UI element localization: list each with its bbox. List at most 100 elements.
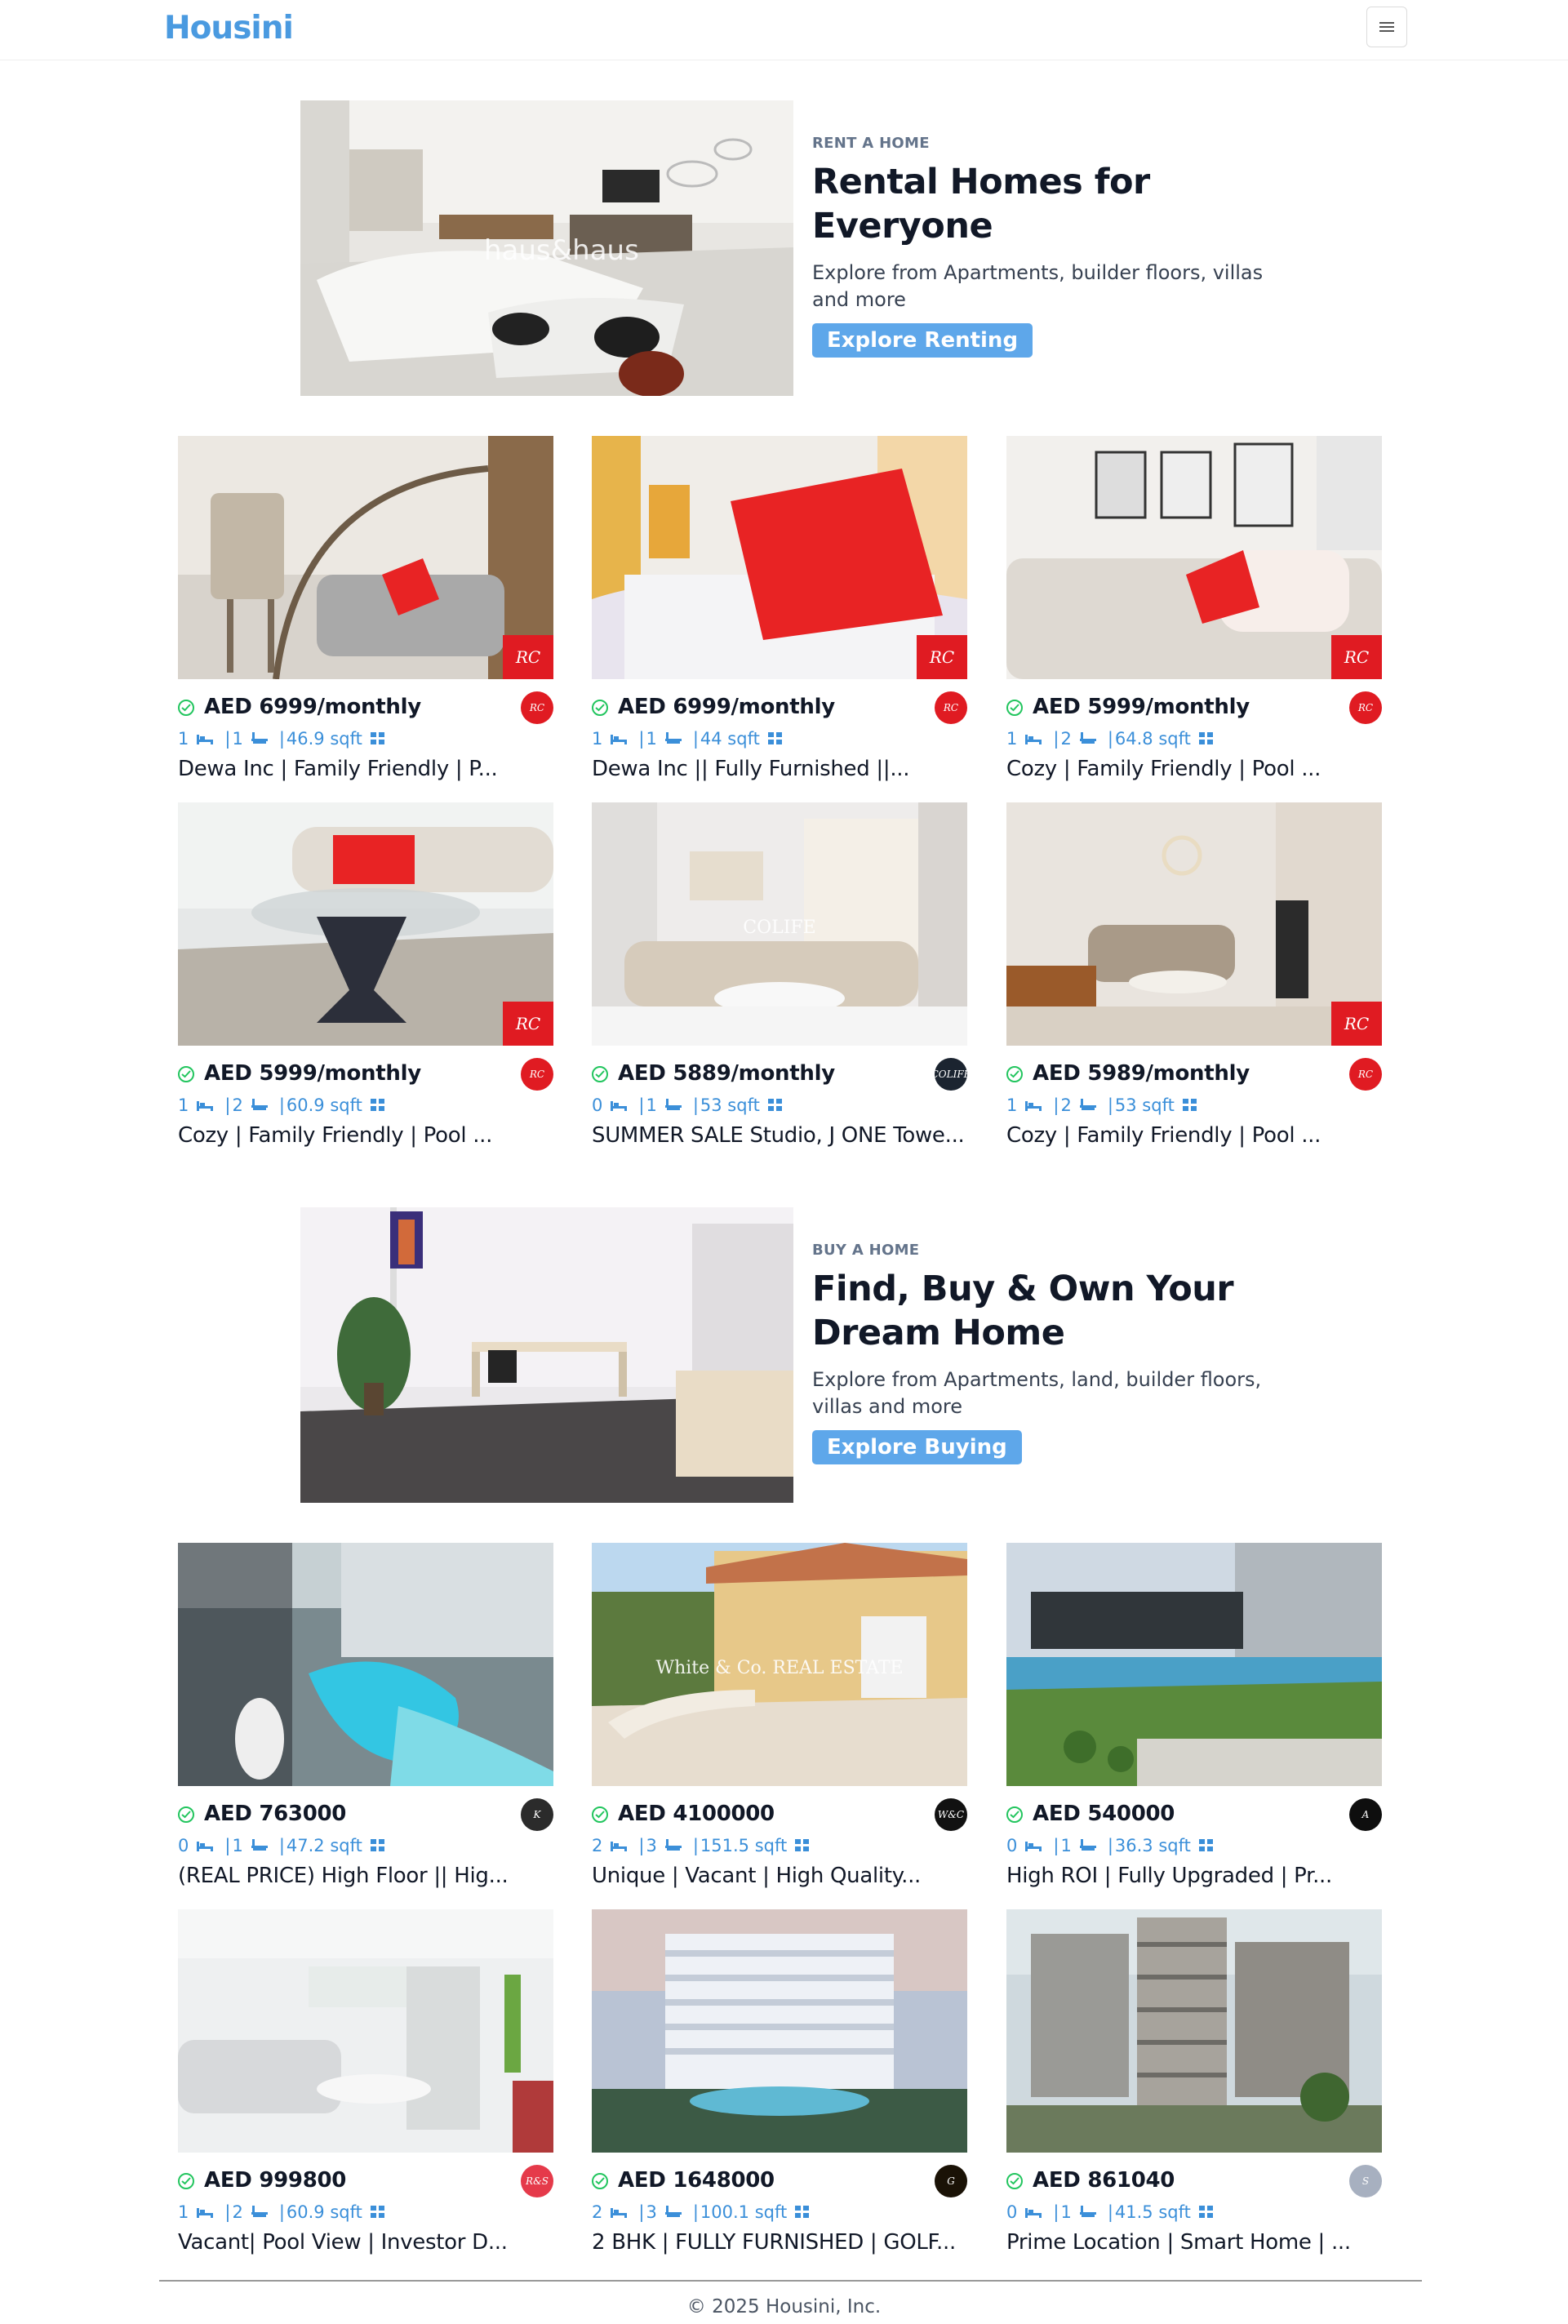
bath-icon (251, 732, 268, 744)
agency-logo[interactable]: RC (935, 691, 967, 724)
listing-price: AED 763000 (204, 1802, 347, 1826)
listing-title[interactable]: Vacant| Pool View | Investor D... (178, 2230, 553, 2255)
listing-title[interactable]: Cozy | Family Friendly | Pool ... (1006, 757, 1382, 781)
listing-card[interactable]: AED 861040 S 0 |1 |41.5 sqft Prime Location |… (1006, 1909, 1382, 2268)
listing-title[interactable]: Dewa Inc | Family Friendly | P... (178, 757, 553, 781)
buy-promo-title: Find, Buy & Own Your Dream Home (812, 1269, 1234, 1353)
bath-count: 1 (1060, 2202, 1072, 2222)
agency-logo[interactable]: S (1349, 2165, 1382, 2197)
listing-title[interactable]: High ROI | Fully Upgraded | Pr... (1006, 1864, 1382, 1888)
verified-check-icon (592, 2173, 608, 2189)
buy-promo-eyebrow: BUY A HOME (812, 1242, 920, 1259)
explore-buying-button[interactable]: Explore Buying (812, 1430, 1022, 1464)
bed-icon (197, 1842, 214, 1851)
meta-separator: | (278, 2202, 285, 2222)
listing-title[interactable]: Prime Location | Smart Home | ... (1006, 2230, 1382, 2255)
listing-photo[interactable]: RC (178, 436, 553, 679)
bath-count: 1 (646, 729, 657, 749)
bed-icon (611, 1101, 628, 1111)
listing-meta: 1 |2 |60.9 sqft (178, 1095, 553, 1119)
listing-photo[interactable] (178, 1909, 553, 2153)
listing-photo[interactable]: RC (592, 436, 967, 679)
listing-price-row: AED 4100000 W&C (592, 1798, 967, 1831)
svg-text:COLIFE: COLIFE (743, 918, 816, 938)
bed-count: 0 (1006, 2202, 1018, 2222)
listing-photo[interactable]: RC (178, 802, 553, 1046)
listing-photo[interactable] (1006, 1543, 1382, 1786)
listing-card[interactable]: RC AED 5999/monthly RC 1 |2 |64.8 sqft Cozy | … (1006, 436, 1382, 795)
listing-title[interactable]: (REAL PRICE) High Floor || Hig... (178, 1864, 553, 1888)
meta-separator: | (224, 2202, 231, 2222)
rent-promo-description: Explore from Apartments, builder floors,… (812, 261, 1264, 311)
listing-card[interactable]: COLIFE AED 5889/monthly COLIFE 0 |1 |53 sqft S… (592, 802, 971, 1162)
listing-price: AED 5989/monthly (1033, 1061, 1250, 1086)
listing-card[interactable]: RC AED 5989/monthly RC 1 |2 |53 sqft Cozy | Fa… (1006, 802, 1382, 1162)
bed-icon (611, 735, 628, 744)
meta-separator: | (224, 1836, 231, 1855)
footer-copyright: © 2025 Housini, Inc. (686, 2296, 882, 2317)
agency-logo[interactable]: COLIFE (931, 1058, 971, 1091)
agency-logo[interactable]: RC (521, 1058, 553, 1091)
listing-photo[interactable]: RC (1006, 802, 1382, 1046)
footer-divider (159, 2280, 1422, 2282)
agency-watermark-badge: RC (503, 635, 553, 679)
listing-photo[interactable]: White & Co. REAL ESTATE (592, 1543, 967, 1786)
verified-check-icon (1006, 1806, 1023, 1823)
agency-logo[interactable]: RC (521, 691, 553, 724)
listing-photo[interactable] (178, 1543, 553, 1786)
listing-title[interactable]: Cozy | Family Friendly | Pool ... (1006, 1123, 1382, 1148)
listing-title[interactable]: Dewa Inc || Fully Furnished ||... (592, 757, 967, 781)
listing-photo[interactable]: RC (1006, 436, 1382, 679)
area-value: 60.9 sqft (286, 1095, 362, 1115)
listing-price: AED 6999/monthly (618, 695, 835, 719)
rent-promo-image: haus&haus (300, 100, 793, 396)
listing-card[interactable]: White & Co. REAL ESTATE AED 4100000 W&C 2 |3… (592, 1543, 967, 1902)
bed-count: 0 (178, 1836, 189, 1855)
agency-logo[interactable]: W&C (935, 1798, 967, 1831)
listing-meta: 1 |2 |53 sqft (1006, 1095, 1382, 1119)
area-grid-icon (370, 732, 384, 744)
bath-icon (1079, 732, 1096, 744)
hamburger-menu-button[interactable] (1366, 7, 1407, 47)
listing-card[interactable]: AED 540000 A 0 |1 |36.3 sqft High ROI | Fully… (1006, 1543, 1382, 1902)
listing-photo[interactable] (592, 1909, 967, 2153)
agency-logo[interactable]: R&S (521, 2165, 553, 2197)
brand-logo[interactable]: Housini (164, 10, 294, 47)
listing-card[interactable]: RC AED 5999/monthly RC 1 |2 |60.9 sqft Cozy | … (178, 802, 553, 1162)
meta-separator: | (692, 729, 699, 749)
area-grid-icon (795, 1839, 810, 1851)
bed-icon (197, 1101, 214, 1111)
bath-count: 1 (1060, 1836, 1072, 1855)
listing-card[interactable]: AED 999800 R&S 1 |2 |60.9 sqft Vacant| Pool V… (178, 1909, 553, 2268)
listing-price: AED 5999/monthly (204, 1061, 421, 1086)
agency-logo[interactable]: RC (1349, 691, 1382, 724)
bed-count: 0 (592, 1095, 603, 1115)
agency-logo[interactable]: A (1349, 1798, 1382, 1831)
listing-card[interactable]: RC AED 6999/monthly RC 1 |1 |46.9 sqft Dewa In… (178, 436, 553, 795)
explore-renting-button[interactable]: Explore Renting (812, 323, 1033, 358)
area-grid-icon (1198, 2206, 1213, 2218)
meta-separator: | (692, 1836, 699, 1855)
agency-logo[interactable]: K (521, 1798, 553, 1831)
listing-price-row: AED 5989/monthly RC (1006, 1058, 1382, 1091)
bath-icon (1079, 1839, 1096, 1851)
agency-logo[interactable]: G (935, 2165, 967, 2197)
listing-card[interactable]: AED 763000 K 0 |1 |47.2 sqft (REAL PRICE) Hig… (178, 1543, 553, 1902)
listing-card[interactable]: AED 1648000 G 2 |3 |100.1 sqft 2 BHK | FULLY … (592, 1909, 967, 2268)
meta-separator: | (278, 729, 285, 749)
buy-promo-description: Explore from Apartments, land, builder f… (812, 1368, 1262, 1418)
bed-count: 2 (592, 2202, 603, 2222)
listing-title[interactable]: 2 BHK | FULLY FURNISHED | GOLF... (592, 2230, 967, 2255)
area-value: 53 sqft (1114, 1095, 1175, 1115)
listing-title[interactable]: Unique | Vacant | High Quality... (592, 1864, 967, 1888)
meta-separator: | (278, 1836, 285, 1855)
listing-price-row: AED 5999/monthly RC (178, 1058, 553, 1091)
listing-card[interactable]: RC AED 6999/monthly RC 1 |1 |44 sqft Dewa Inc … (592, 436, 967, 795)
listing-photo[interactable] (1006, 1909, 1382, 2153)
listing-title[interactable]: Cozy | Family Friendly | Pool ... (178, 1123, 553, 1148)
buy-promo-section: BUY A HOME Find, Buy & Own Your Dream Ho… (300, 1207, 1264, 1503)
listing-photo[interactable]: COLIFE (592, 802, 967, 1046)
listing-title[interactable]: SUMMER SALE Studio, J ONE Towe... (592, 1123, 967, 1148)
agency-logo[interactable]: RC (1349, 1058, 1382, 1091)
listing-price: AED 5999/monthly (1033, 695, 1250, 719)
